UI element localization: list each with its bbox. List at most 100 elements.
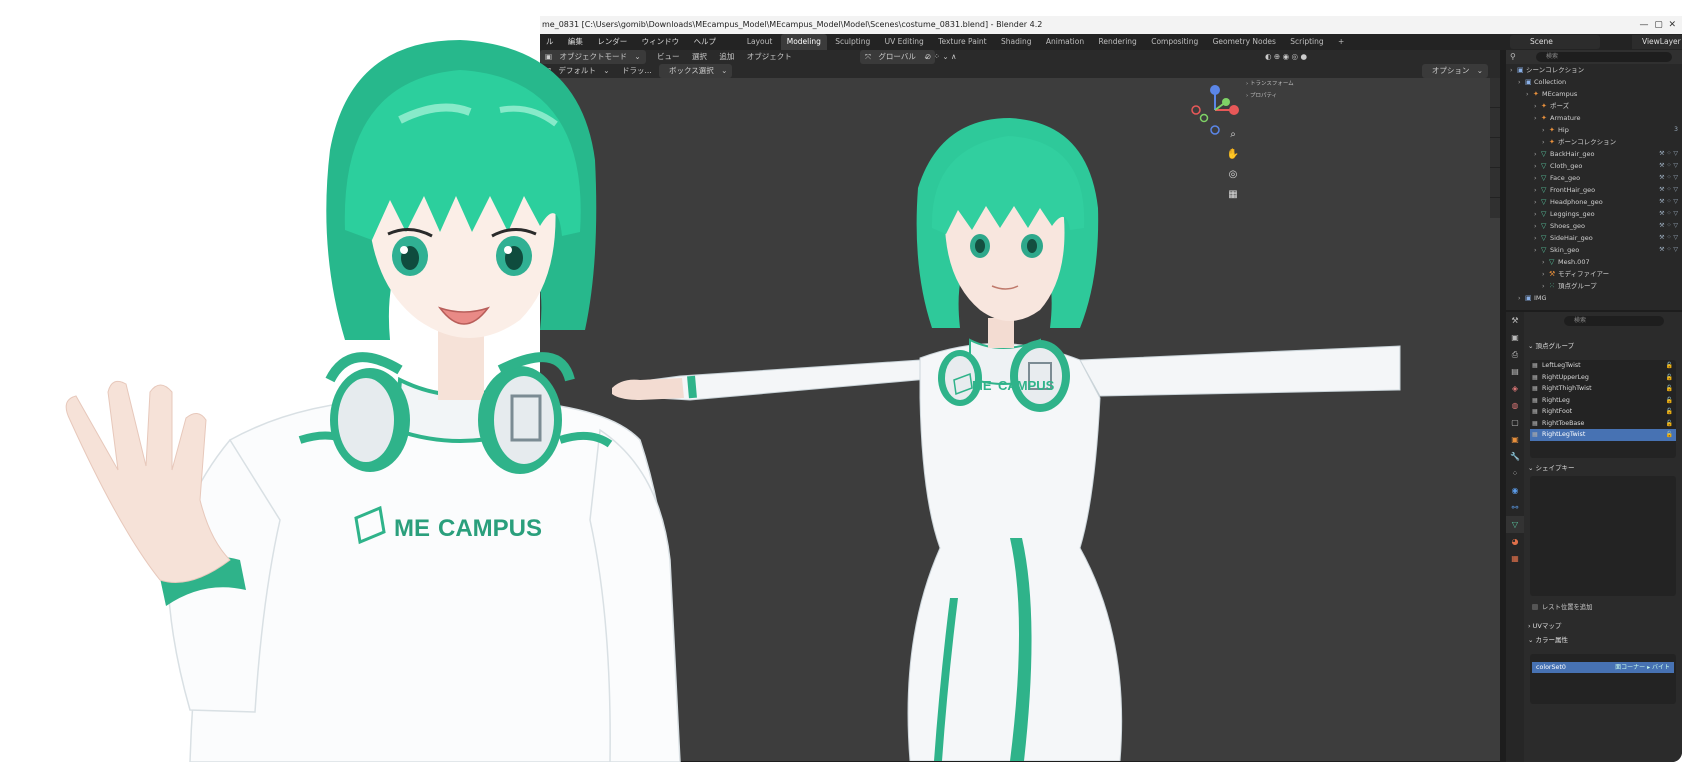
outliner-row[interactable]: › ▣ IMG <box>1506 292 1682 304</box>
expand-arrow-icon[interactable]: › <box>1534 172 1541 184</box>
modifier-icons[interactable]: ⚒ ⁘ ▽ <box>1659 208 1678 220</box>
properties-search-input[interactable]: 検索 <box>1564 316 1664 326</box>
modifier-icons[interactable]: ⚒ ⁘ ▽ <box>1659 148 1678 160</box>
view-layer-selector[interactable]: ViewLayer <box>1632 35 1682 49</box>
vertex-group-row[interactable]: RightLegTwist 🔓 <box>1530 429 1676 441</box>
outliner-row[interactable]: › ▽ BackHair_geo ⚒ ⁘ ▽ <box>1506 148 1682 160</box>
tab-modeling[interactable]: Modeling <box>780 34 827 50</box>
expand-arrow-icon[interactable]: › <box>1542 256 1549 268</box>
outliner-row[interactable]: › ▽ Leggings_geo ⚒ ⁘ ▽ <box>1506 208 1682 220</box>
scene-selector[interactable]: Scene <box>1510 35 1600 49</box>
vertex-group-list[interactable]: LeftLegTwist🔓RightUpperLeg🔓RightThighTwi… <box>1530 360 1676 458</box>
collection-tab-icon[interactable]: ▢ <box>1506 414 1524 431</box>
color-attributes-panel-header[interactable]: ⌄ カラー属性 <box>1528 634 1568 646</box>
lock-icon[interactable]: 🔓 <box>1666 418 1673 430</box>
tab-rendering[interactable]: Rendering <box>1093 34 1143 50</box>
options-dropdown[interactable]: オプション ⌄ <box>1421 64 1488 78</box>
transform-panel-header[interactable]: › トランスフォーム <box>1246 78 1294 90</box>
rest-position-checkbox[interactable]: レスト位置を追加 <box>1532 602 1592 611</box>
expand-arrow-icon[interactable]: › <box>1534 184 1541 196</box>
scene-tab-icon[interactable]: ◈ <box>1506 380 1524 397</box>
vertex-group-row[interactable]: RightToeBase 🔓 <box>1530 418 1676 430</box>
expand-arrow-icon[interactable]: › <box>1534 220 1541 232</box>
expand-arrow-icon[interactable]: › <box>1542 124 1549 136</box>
outliner-row[interactable]: › ▽ Skin_geo ⚒ ⁘ ▽ <box>1506 244 1682 256</box>
snap-icon[interactable]: ⊘ ⁘ ⌄ ∧ <box>920 50 962 64</box>
lock-icon[interactable]: 🔓 <box>1666 429 1673 441</box>
vertex-group-row[interactable]: RightUpperLeg 🔓 <box>1530 372 1676 384</box>
outliner-row[interactable]: › ✦ Armature <box>1506 112 1682 124</box>
object-tab-icon[interactable]: ▣ <box>1506 431 1524 448</box>
lock-icon[interactable]: 🔓 <box>1666 383 1673 395</box>
view-layer-tab-icon[interactable]: ▤ <box>1506 363 1524 380</box>
filter-icon[interactable]: ⚲ <box>1510 52 1516 61</box>
add-workspace-button[interactable]: + <box>1332 34 1350 50</box>
tab-animation[interactable]: Animation <box>1040 34 1090 50</box>
shape-keys-panel-header[interactable]: ⌄ シェイプキー <box>1528 462 1575 474</box>
uv-maps-panel-header[interactable]: › UVマップ <box>1528 620 1561 632</box>
modifier-icons[interactable]: ⚒ ⁘ ▽ <box>1659 184 1678 196</box>
outliner-row[interactable]: › ✦ ボーンコレクション <box>1506 136 1682 148</box>
constraints-tab-icon[interactable]: ⚯ <box>1506 499 1524 516</box>
vertex-groups-panel-header[interactable]: ⌄ 頂点グループ <box>1528 340 1574 352</box>
properties-panel-header[interactable]: › プロパティ <box>1246 90 1294 102</box>
modifier-icons[interactable]: ⚒ ⁘ ▽ <box>1659 244 1678 256</box>
outliner-row[interactable]: › ⁙ 頂点グループ <box>1506 280 1682 292</box>
expand-arrow-icon[interactable]: › <box>1526 88 1533 100</box>
outliner-row[interactable]: › ⚒ モディファイアー <box>1506 268 1682 280</box>
particles-tab-icon[interactable]: ⁘ <box>1506 465 1524 482</box>
modifier-icons[interactable]: ⚒ ⁘ ▽ <box>1659 196 1678 208</box>
outliner-row[interactable]: › ▽ Shoes_geo ⚒ ⁘ ▽ <box>1506 220 1682 232</box>
expand-arrow-icon[interactable]: › <box>1534 196 1541 208</box>
vertex-group-row[interactable]: RightLeg 🔓 <box>1530 395 1676 407</box>
modifier-icons[interactable]: ⚒ ⁘ ▽ <box>1659 160 1678 172</box>
lock-icon[interactable]: 🔓 <box>1666 372 1673 384</box>
color-attribute-row[interactable]: colorSet0 面コーナー ▸ バイト <box>1532 662 1674 673</box>
tab-texture-paint[interactable]: Texture Paint <box>932 34 992 50</box>
n-tab-tool[interactable] <box>1490 108 1500 138</box>
n-tab-view[interactable] <box>1490 138 1500 168</box>
menu-add[interactable]: 追加 <box>714 50 739 64</box>
modifier-tab-icon[interactable]: 🔧 <box>1506 448 1524 465</box>
tab-compositing[interactable]: Compositing <box>1145 34 1204 50</box>
menu-object[interactable]: オブジェクト <box>742 50 797 64</box>
material-tab-icon[interactable]: ◕ <box>1506 533 1524 550</box>
expand-arrow-icon[interactable]: › <box>1534 160 1541 172</box>
texture-tab-icon[interactable]: ▦ <box>1506 550 1524 567</box>
lock-icon[interactable]: 🔓 <box>1666 360 1673 372</box>
expand-arrow-icon[interactable]: › <box>1518 76 1525 88</box>
expand-arrow-icon[interactable]: › <box>1534 232 1541 244</box>
lock-icon[interactable]: 🔓 <box>1666 406 1673 418</box>
shape-key-list[interactable] <box>1530 476 1676 596</box>
vertex-group-row[interactable]: LeftLegTwist 🔓 <box>1530 360 1676 372</box>
outliner-row[interactable]: › ✦ ポーズ <box>1506 100 1682 112</box>
tab-layout[interactable]: Layout <box>741 34 779 50</box>
expand-arrow-icon[interactable]: › <box>1534 100 1541 112</box>
vertex-group-row[interactable]: RightThighTwist 🔓 <box>1530 383 1676 395</box>
grid-view-icon[interactable]: ▦ <box>1226 188 1240 202</box>
pan-hand-icon[interactable]: ✋ <box>1226 148 1240 162</box>
lock-icon[interactable]: 🔓 <box>1666 395 1673 407</box>
outliner-row[interactable]: › ▽ SideHair_geo ⚒ ⁘ ▽ <box>1506 232 1682 244</box>
modifier-icons[interactable]: ⚒ ⁘ ▽ <box>1659 220 1678 232</box>
n-tab-vrm[interactable] <box>1490 168 1500 198</box>
expand-arrow-icon[interactable]: › <box>1542 268 1549 280</box>
outliner-row[interactable]: › ✦ Hip 3 <box>1506 124 1682 136</box>
output-tab-icon[interactable]: ⎙ <box>1506 346 1524 363</box>
tab-geometry-nodes[interactable]: Geometry Nodes <box>1207 34 1282 50</box>
modifier-icons[interactable]: ⚒ ⁘ ▽ <box>1659 232 1678 244</box>
outliner-row[interactable]: › ▽ Mesh.007 <box>1506 256 1682 268</box>
window-controls[interactable]: — ▢ ✕ <box>1640 16 1677 34</box>
color-attribute-list[interactable]: colorSet0 面コーナー ▸ バイト <box>1530 654 1676 704</box>
outliner-row[interactable]: › ▽ Headphone_geo ⚒ ⁘ ▽ <box>1506 196 1682 208</box>
outliner-row[interactable]: › ▣ Collection <box>1506 76 1682 88</box>
zoom-icon[interactable]: ⌕ <box>1226 128 1240 142</box>
outliner-row[interactable]: › ▽ FrontHair_geo ⚒ ⁘ ▽ <box>1506 184 1682 196</box>
outliner-search-input[interactable]: 検索 <box>1536 52 1672 62</box>
tool-tab-icon[interactable]: ⚒ <box>1506 312 1524 329</box>
tab-uv-editing[interactable]: UV Editing <box>879 34 930 50</box>
outliner-row[interactable]: › ✦ MEcampus <box>1506 88 1682 100</box>
outliner-row[interactable]: › ▽ Face_geo ⚒ ⁘ ▽ <box>1506 172 1682 184</box>
expand-arrow-icon[interactable]: › <box>1534 112 1541 124</box>
n-tab-item[interactable] <box>1490 78 1500 108</box>
